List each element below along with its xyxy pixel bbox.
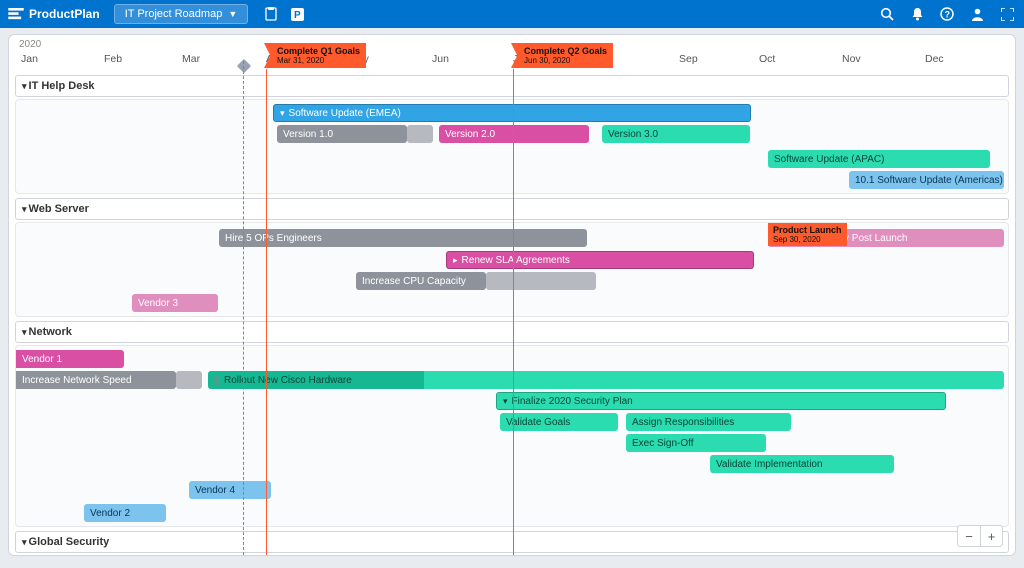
year-label: 2020: [19, 39, 41, 50]
chevron-down-icon: ▾: [22, 81, 27, 91]
bar-hire[interactable]: Hire 5 OPs Engineers: [219, 229, 587, 247]
lane-network: Vendor 1 Increase Network Speed Rollout …: [15, 345, 1009, 527]
zoom-out-button[interactable]: −: [958, 526, 980, 546]
bar-cpu[interactable]: Increase CPU Capacity: [356, 272, 486, 290]
lanes-container: ▾IT Help Desk ▾Software Update (EMEA) Ve…: [9, 73, 1015, 555]
chevron-down-icon: ▾: [22, 327, 27, 337]
milestone-title: Complete Q2 Goals: [524, 46, 607, 56]
chevron-down-icon: ▾: [280, 108, 285, 119]
bar-vendor3[interactable]: Vendor 3: [132, 294, 218, 312]
bar-assign[interactable]: Assign Responsibilities: [626, 413, 791, 431]
lane-title: Web Server: [29, 203, 89, 215]
search-icon[interactable]: [878, 5, 896, 23]
milestone-date: Jun 30, 2020: [524, 56, 607, 65]
bar-sw-apac[interactable]: Software Update (APAC): [768, 150, 990, 168]
milestone-title: Complete Q1 Goals: [277, 46, 360, 56]
header-actions-left: P: [262, 5, 306, 23]
bar-secplan[interactable]: ▾Finalize 2020 Security Plan: [496, 392, 946, 410]
bar-vendor4[interactable]: Vendor 4: [189, 481, 271, 499]
bar-vendor2[interactable]: Vendor 2: [84, 504, 166, 522]
svg-text:P: P: [294, 10, 301, 21]
month-label: Dec: [925, 53, 944, 65]
roadmap-dropdown-label: IT Project Roadmap: [125, 8, 223, 20]
bar-v3[interactable]: Version 3.0: [602, 125, 750, 143]
chevron-down-icon: ▼: [228, 9, 237, 19]
month-label: Jun: [432, 53, 449, 65]
bar-sla[interactable]: ▸Renew SLA Agreements: [446, 251, 754, 269]
help-icon[interactable]: ?: [938, 5, 956, 23]
milestone-launch[interactable]: Product Launch Sep 30, 2020: [768, 223, 847, 246]
bell-icon[interactable]: [908, 5, 926, 23]
milestone-q2[interactable]: Complete Q2 Goals Jun 30, 2020: [518, 43, 613, 68]
brand-label: ProductPlan: [29, 7, 100, 21]
lane-helpdesk: ▾Software Update (EMEA) Version 1.0 Vers…: [15, 99, 1009, 194]
chevron-down-icon: ▾: [503, 396, 508, 407]
parking-icon[interactable]: P: [288, 5, 306, 23]
bar-vendor1[interactable]: Vendor 1: [16, 350, 124, 368]
lane-header-security[interactable]: ▾Global Security: [15, 531, 1009, 553]
lane-header-web[interactable]: ▾Web Server: [15, 198, 1009, 220]
bar-exec[interactable]: Exec Sign-Off: [626, 434, 766, 452]
lane-title: IT Help Desk: [29, 80, 95, 92]
user-icon[interactable]: [968, 5, 986, 23]
lane-header-network[interactable]: ▾Network: [15, 321, 1009, 343]
bar-netspeed[interactable]: Increase Network Speed: [16, 371, 176, 389]
lane-title: Network: [29, 326, 72, 338]
lane-web: Product Launch Sep 30, 2020 Hire 5 OPs E…: [15, 222, 1009, 317]
expand-icon[interactable]: [998, 5, 1016, 23]
month-label: Jan: [21, 53, 38, 65]
milestone-title: Product Launch: [773, 225, 842, 235]
header-actions-right: ?: [878, 5, 1016, 23]
month-label: Nov: [842, 53, 861, 65]
zoom-in-button[interactable]: +: [980, 526, 1002, 546]
month-label: Mar: [182, 53, 200, 65]
lane-title: Global Security: [29, 536, 110, 548]
milestone-q1[interactable]: Complete Q1 Goals Mar 31, 2020: [271, 43, 366, 68]
bar-cpu-tail[interactable]: [486, 272, 596, 290]
bar-v2[interactable]: Version 2.0: [439, 125, 589, 143]
bar-cisco-progress: Rollout New Cisco Hardware: [208, 371, 424, 389]
bar-v1-tail[interactable]: [407, 125, 433, 143]
zoom-controls: − +: [957, 525, 1003, 547]
roadmap-board: 2020 Jan Feb Mar Apr May Jun Jul Aug Sep…: [8, 34, 1016, 556]
month-label: Oct: [759, 53, 775, 65]
milestone-date: Mar 31, 2020: [277, 56, 360, 65]
svg-text:?: ?: [945, 10, 951, 20]
chevron-down-icon: ▾: [22, 204, 27, 214]
bar-sw-amer[interactable]: 10.1 Software Update (Americas): [849, 171, 1004, 189]
bar-valgoals[interactable]: Validate Goals: [500, 413, 618, 431]
app-header: ProductPlan IT Project Roadmap ▼ P ?: [0, 0, 1024, 28]
lane-header-helpdesk[interactable]: ▾IT Help Desk: [15, 75, 1009, 97]
milestone-date: Sep 30, 2020: [773, 235, 842, 244]
bar-netspeed-tail[interactable]: [176, 371, 202, 389]
roadmap-dropdown[interactable]: IT Project Roadmap ▼: [114, 4, 249, 24]
bar-valimpl[interactable]: Validate Implementation: [710, 455, 894, 473]
bar-v1[interactable]: Version 1.0: [277, 125, 407, 143]
month-label: Feb: [104, 53, 122, 65]
clipboard-icon[interactable]: [262, 5, 280, 23]
month-label: Sep: [679, 53, 698, 65]
drag-handle-icon: [214, 375, 220, 385]
chevron-right-icon: ▸: [453, 255, 458, 266]
brand: ProductPlan: [8, 7, 100, 21]
chevron-down-icon: ▾: [22, 537, 27, 547]
bar-sw-emea[interactable]: ▾Software Update (EMEA): [273, 104, 751, 122]
